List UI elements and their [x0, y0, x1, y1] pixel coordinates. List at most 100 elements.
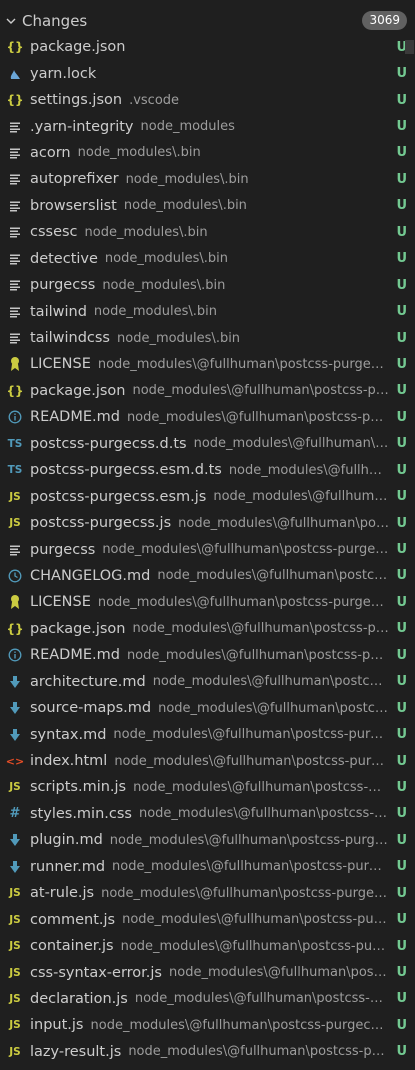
file-row[interactable]: tailwindcss node_modules\.bin U — [0, 325, 415, 351]
file-directory: node_modules\@fullhuman\postcss-purge... — [122, 912, 389, 928]
lines-file-icon — [6, 246, 24, 272]
file-row[interactable]: LICENSE node_modules\@fullhuman\postcss-p… — [0, 589, 415, 615]
file-label: at-rule.js node_modules\@fullhuman\postcs… — [30, 880, 389, 906]
file-row[interactable]: cssesc node_modules\.bin U — [0, 219, 415, 245]
ts-file-icon: TS — [7, 437, 23, 450]
file-row[interactable]: JS comment.js node_modules\@fullhuman\post… — [0, 906, 415, 932]
file-label: syntax.md node_modules\@fullhuman\postcss… — [30, 721, 389, 747]
file-row[interactable]: purgecss node_modules\@fullhuman\postcss-… — [0, 536, 415, 562]
file-row[interactable]: {} package.json node_modules\@fullhuman\po… — [0, 616, 415, 642]
file-row[interactable]: source-maps.md node_modules\@fullhuman\po… — [0, 695, 415, 721]
file-row[interactable]: TS postcss-purgecss.d.ts node_modules\@ful… — [0, 431, 415, 457]
file-label: detective node_modules\.bin — [30, 246, 389, 272]
file-label: tailwindcss node_modules\.bin — [30, 325, 389, 351]
file-name: syntax.md — [30, 726, 107, 743]
file-name: purgecss — [30, 277, 96, 294]
file-row[interactable]: JS declaration.js node_modules\@fullhuman\… — [0, 986, 415, 1012]
file-row[interactable]: JS container.js node_modules\@fullhuman\po… — [0, 933, 415, 959]
file-label: plugin.md node_modules\@fullhuman\postcss… — [30, 827, 389, 853]
file-row[interactable]: autoprefixer node_modules\.bin U — [0, 166, 415, 192]
file-directory: node_modules\@fullhuman\postcss-purgecss… — [90, 1017, 390, 1033]
file-name: declaration.js — [30, 990, 128, 1007]
file-directory: node_modules\@fullhuman\postcs... — [169, 965, 389, 981]
file-row[interactable]: tailwind node_modules\.bin U — [0, 298, 415, 324]
file-label: browserslist node_modules\.bin — [30, 193, 389, 219]
file-row[interactable]: JS scripts.min.js node_modules\@fullhuman\… — [0, 774, 415, 800]
file-directory: node_modules\@fullhuma... — [228, 462, 389, 478]
file-name: README.md — [30, 647, 120, 664]
md-file-icon — [6, 721, 24, 747]
file-row[interactable]: acorn node_modules\.bin U — [0, 140, 415, 166]
file-name: README.md — [30, 409, 120, 426]
css-file-icon: # — [9, 806, 21, 822]
file-row[interactable]: JS at-rule.js node_modules\@fullhuman\post… — [0, 880, 415, 906]
file-directory: node_modules\.bin — [93, 304, 217, 320]
file-name: runner.md — [30, 858, 106, 875]
file-row[interactable]: purgecss node_modules\.bin U — [0, 272, 415, 298]
file-directory: node_modules\@fullhuman\po... — [193, 436, 389, 452]
file-directory: node_modules\.bin — [123, 198, 247, 214]
file-name: source-maps.md — [30, 700, 152, 717]
file-name: detective — [30, 250, 98, 267]
chevron-down-icon[interactable] — [2, 8, 20, 34]
file-directory: node_modules\@fullhuman\... — [213, 489, 389, 505]
file-label: package.json node_modules\@fullhuman\post… — [30, 378, 389, 404]
file-row[interactable]: <> index.html node_modules\@fullhuman\post… — [0, 748, 415, 774]
file-row[interactable]: runner.md node_modules\@fullhuman\postcss… — [0, 854, 415, 880]
file-label: .yarn-integrity node_modules — [30, 113, 389, 139]
scrollbar[interactable] — [403, 0, 415, 1070]
file-name: plugin.md — [30, 832, 103, 849]
file-row[interactable]: .yarn-integrity node_modules U — [0, 113, 415, 139]
file-row[interactable]: {} package.json U — [0, 34, 415, 60]
file-name: .yarn-integrity — [30, 118, 134, 135]
file-name: container.js — [30, 938, 114, 955]
scrollbar-thumb[interactable] — [405, 40, 414, 54]
file-label: cssesc node_modules\.bin — [30, 219, 389, 245]
file-row[interactable]: JS lazy-result.js node_modules\@fullhuman\… — [0, 1039, 415, 1065]
file-row[interactable]: JS postcss-purgecss.js node_modules\@fullh… — [0, 510, 415, 536]
file-name: settings.json — [30, 92, 123, 109]
file-name: postcss-purgecss.js — [30, 515, 172, 532]
file-label: styles.min.css node_modules\@fullhuman\po… — [30, 801, 389, 827]
file-directory: node_modules\.bin — [77, 145, 201, 161]
file-name: cssesc — [30, 224, 78, 241]
file-row[interactable]: {} settings.json .vscode U — [0, 87, 415, 113]
file-row[interactable]: JS postcss-purgecss.esm.js node_modules\@f… — [0, 483, 415, 509]
file-row[interactable]: README.md node_modules\@fullhuman\postcss… — [0, 642, 415, 668]
file-label: comment.js node_modules\@fullhuman\postcs… — [30, 906, 389, 932]
html-file-icon: <> — [5, 754, 25, 768]
lines-file-icon — [6, 325, 24, 351]
file-row[interactable]: JS css-syntax-error.js node_modules\@fullh… — [0, 959, 415, 985]
file-label: architecture.md node_modules\@fullhuman\p… — [30, 669, 389, 695]
file-row[interactable]: plugin.md node_modules\@fullhuman\postcss… — [0, 827, 415, 853]
file-name: acorn — [30, 144, 71, 161]
file-row[interactable]: README.md node_modules\@fullhuman\postcss… — [0, 404, 415, 430]
md-file-icon — [6, 827, 24, 853]
file-directory: node_modules\@fullhuman\postcss-purgec..… — [109, 832, 389, 848]
file-row[interactable]: syntax.md node_modules\@fullhuman\postcss… — [0, 721, 415, 747]
file-row[interactable]: detective node_modules\.bin U — [0, 246, 415, 272]
file-row[interactable]: TS postcss-purgecss.esm.d.ts node_modules\… — [0, 457, 415, 483]
file-directory: node_modules\@fullhuman\postcss-purg... — [126, 409, 389, 425]
file-row[interactable]: # styles.min.css node_modules\@fullhuman\p… — [0, 801, 415, 827]
file-row[interactable]: browserslist node_modules\.bin U — [0, 193, 415, 219]
file-row[interactable]: CHANGELOG.md node_modules\@fullhuman\post… — [0, 563, 415, 589]
changes-count-badge: 3069 — [362, 11, 407, 30]
changes-group-title: Changes — [22, 12, 88, 30]
json-file-icon: {} — [6, 383, 24, 398]
file-directory: node_modules\@fullhuman\postcss-pur... — [138, 806, 389, 822]
file-directory: node_modules\.bin — [84, 224, 208, 240]
lines-file-icon — [6, 166, 24, 192]
file-name: purgecss — [30, 541, 96, 558]
file-row[interactable]: {} package.json node_modules\@fullhuman\po… — [0, 378, 415, 404]
file-name: scripts.min.js — [30, 779, 127, 796]
lines-file-icon — [6, 113, 24, 139]
file-row[interactable]: architecture.md node_modules\@fullhuman\p… — [0, 669, 415, 695]
changes-group-header[interactable]: Changes 3069 — [0, 8, 415, 34]
file-row[interactable]: LICENSE node_modules\@fullhuman\postcss-p… — [0, 351, 415, 377]
file-label: CHANGELOG.md node_modules\@fullhuman\post… — [30, 563, 389, 589]
file-directory: node_modules\@fullhuman\postcss-... — [157, 568, 389, 584]
file-row[interactable]: JS input.js node_modules\@fullhuman\postcs… — [0, 1012, 415, 1038]
file-row[interactable]: yarn.lock U — [0, 60, 415, 86]
file-label: postcss-purgecss.js node_modules\@fullhum… — [30, 510, 389, 536]
